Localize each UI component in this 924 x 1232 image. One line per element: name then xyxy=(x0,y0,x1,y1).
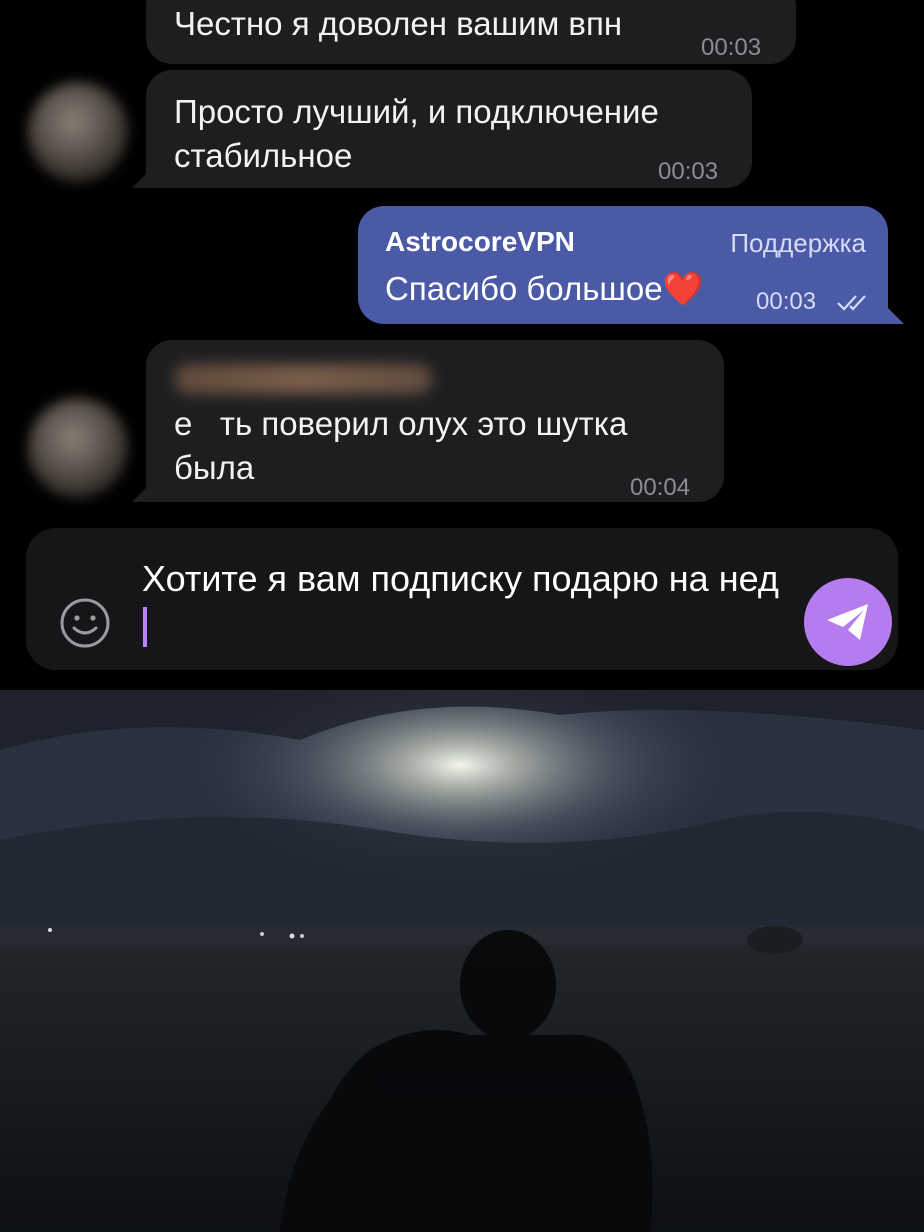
avatar-1[interactable] xyxy=(28,82,128,182)
message-text-4: е ть поверил олух это шутка была xyxy=(174,405,637,486)
avatar-2[interactable] xyxy=(28,398,128,498)
message-text-3: Спасибо большое xyxy=(385,270,663,307)
double-check-icon xyxy=(836,292,876,312)
message-bubble-2[interactable]: Просто лучший, и подключение стабильное … xyxy=(146,70,752,188)
blurred-sender-name xyxy=(174,364,432,394)
message-bubble-1[interactable]: Честно я доволен вашим впн 00:03 xyxy=(146,0,796,64)
message-time-4: 00:04 xyxy=(630,474,691,501)
message-time-2: 00:03 xyxy=(658,158,719,185)
message-input[interactable]: Хотите я вам подписку подарю на нед xyxy=(142,555,782,651)
text-caret xyxy=(143,607,147,647)
heart-emoji: ❤️ xyxy=(662,270,704,307)
message-bubble-4[interactable]: е ть поверил олух это шутка была 00:04 xyxy=(146,340,724,502)
sender-badge: Поддержка xyxy=(730,228,866,258)
message-time-3: 00:03 xyxy=(756,288,817,315)
background-photo xyxy=(0,690,924,1232)
send-button[interactable] xyxy=(804,578,892,666)
bubble-tail-3 xyxy=(882,302,904,324)
message-bubble-3[interactable]: AstrocoreVPN Поддержка Спасибо большое❤️… xyxy=(358,206,888,324)
paper-plane-icon xyxy=(824,600,872,644)
message-text-1: Честно я доволен вашим впн xyxy=(174,5,623,42)
bubble-tail-2 xyxy=(132,166,154,188)
sender-name[interactable]: AstrocoreVPN xyxy=(385,226,575,258)
chat-view: Честно я доволен вашим впн 00:03 Просто … xyxy=(0,0,924,690)
message-input-value: Хотите я вам подписку подарю на нед xyxy=(142,558,779,599)
message-time-1: 00:03 xyxy=(701,34,762,61)
message-text-2: Просто лучший, и подключение стабильное xyxy=(174,93,659,174)
smile-icon[interactable] xyxy=(58,596,112,650)
